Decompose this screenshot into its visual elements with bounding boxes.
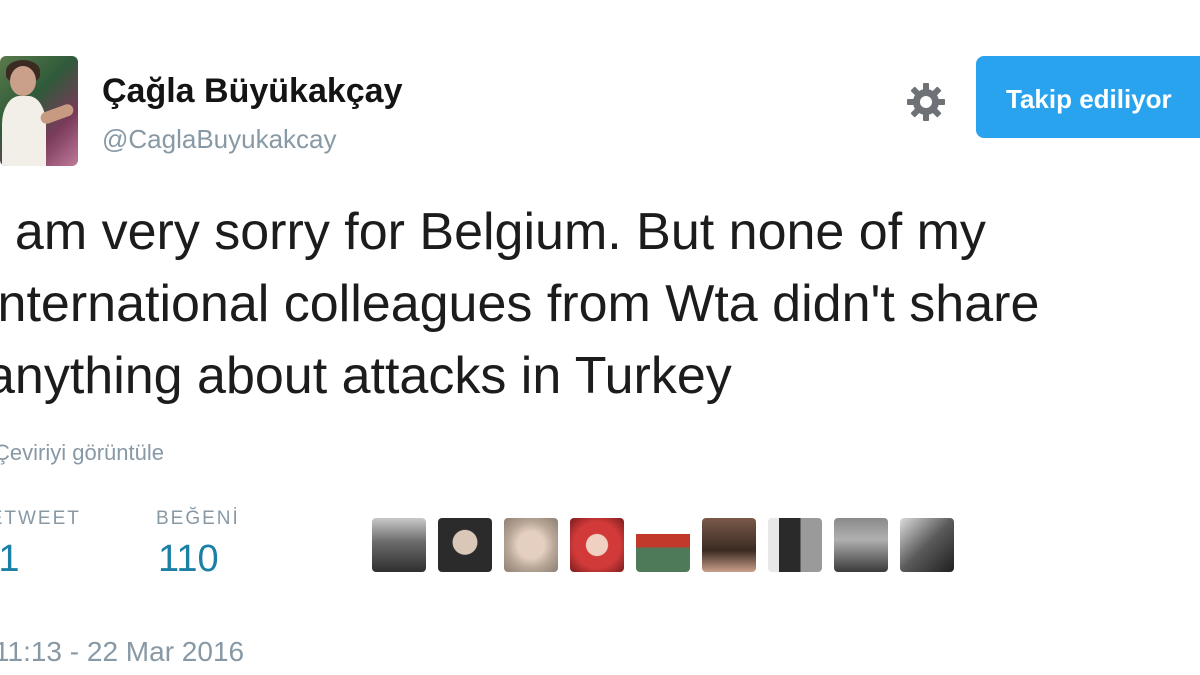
tweet-timestamp[interactable]: 11:13 - 22 Mar 2016 xyxy=(0,636,244,668)
tweet-line: I am very sorry for Belgium. But none of… xyxy=(0,203,986,261)
following-button[interactable]: Takip ediliyor xyxy=(976,56,1200,138)
liker-avatar[interactable] xyxy=(372,518,426,572)
username-handle[interactable]: @CaglaBuyukakcay xyxy=(102,124,337,155)
retweet-count[interactable]: 11 xyxy=(0,538,19,581)
avatar-face xyxy=(10,66,36,96)
liker-avatar[interactable] xyxy=(900,518,954,572)
display-name[interactable]: Çağla Büyükakçay xyxy=(102,72,403,111)
avatar[interactable] xyxy=(0,56,78,166)
liker-avatar[interactable] xyxy=(570,518,624,572)
following-button-label: Takip ediliyor xyxy=(1006,84,1172,114)
tweet-line: international colleagues from Wta didn't… xyxy=(0,275,1040,333)
gear-icon[interactable] xyxy=(904,80,948,124)
retweet-label: RETWEET xyxy=(0,508,81,529)
like-label: BEĞENİ xyxy=(156,508,240,529)
liker-avatar[interactable] xyxy=(834,518,888,572)
avatar-arm xyxy=(38,102,76,126)
liker-avatar[interactable] xyxy=(504,518,558,572)
liker-avatar[interactable] xyxy=(702,518,756,572)
like-count[interactable]: 110 xyxy=(158,538,219,581)
tweet-line: anything about attacks in Turkey xyxy=(0,347,732,405)
liker-avatar[interactable] xyxy=(636,518,690,572)
view-translation-link[interactable]: Çeviriyi görüntüle xyxy=(0,440,164,466)
liker-avatar[interactable] xyxy=(768,518,822,572)
avatar-shirt xyxy=(2,96,46,166)
liker-avatar[interactable] xyxy=(438,518,492,572)
tweet-text: I am very sorry for Belgium. But none of… xyxy=(0,196,1200,412)
